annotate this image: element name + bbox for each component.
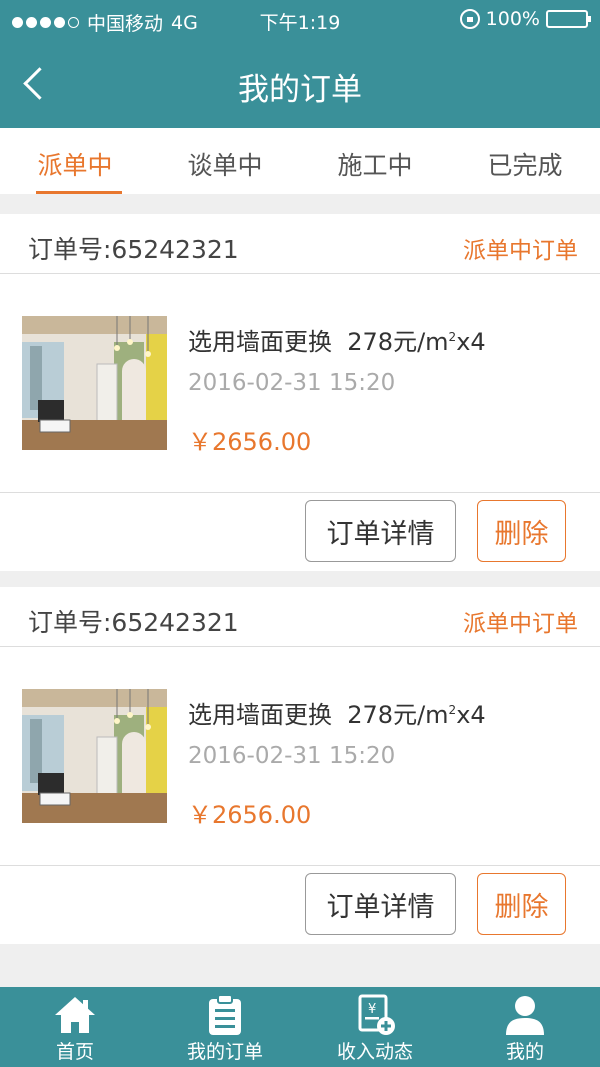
product-name: 选用墙面更换 <box>188 701 332 729</box>
unit-price: 278元/m <box>347 701 449 729</box>
order-date: 2016-02-31 15:20 <box>188 743 396 769</box>
order-tabs: 派单中 谈单中 施工中 已完成 <box>0 128 600 194</box>
battery-label: 100% <box>485 8 540 30</box>
order-price: ￥2656.00 <box>188 801 312 829</box>
product-name: 选用墙面更换 <box>188 328 332 356</box>
status-bar: 中国移动 4G 下午1:19 100% <box>0 0 600 40</box>
order-price: ￥2656.00 <box>188 428 312 456</box>
svg-text:¥: ¥ <box>368 1002 376 1017</box>
bottom-nav-my-orders[interactable]: 我的订单 <box>150 987 300 1067</box>
product-thumbnail[interactable] <box>22 316 167 450</box>
bottom-nav: 首页 我的订单 ¥ 收入动态 我的 <box>0 987 600 1067</box>
tab-negotiating[interactable]: 谈单中 <box>150 128 300 194</box>
bottom-nav-profile[interactable]: 我的 <box>450 987 600 1067</box>
quantity: x4 <box>456 701 486 729</box>
delete-button[interactable]: 删除 <box>477 873 566 935</box>
page-title: 我的订单 <box>238 72 362 108</box>
bottom-nav-income[interactable]: ¥ 收入动态 <box>300 987 450 1067</box>
bottom-nav-label: 我的 <box>505 1041 544 1063</box>
order-status: 派单中订单 <box>463 238 578 264</box>
order-date: 2016-02-31 15:20 <box>188 370 396 396</box>
bottom-nav-home[interactable]: 首页 <box>0 987 150 1067</box>
app-header: 中国移动 4G 下午1:19 100% 我的订单 <box>0 0 600 128</box>
order-number: 订单号:65242321 <box>28 608 239 637</box>
product-line: 选用墙面更换 278元/m2x4 <box>188 322 486 357</box>
clipboard-icon <box>209 994 241 1035</box>
unit-price: 278元/m <box>347 328 449 356</box>
bottom-nav-label: 我的订单 <box>186 1041 263 1063</box>
order-number: 订单号:65242321 <box>28 235 239 264</box>
product-thumbnail[interactable] <box>22 689 167 823</box>
quantity: x4 <box>456 328 486 356</box>
delete-button[interactable]: 删除 <box>477 500 566 562</box>
battery-icon <box>546 10 591 28</box>
product-line: 选用墙面更换 278元/m2x4 <box>188 695 486 730</box>
order-card: 订单号:65242321 派单中订单 选用墙面更换 278元/m2x4 2016… <box>0 587 600 944</box>
order-detail-button[interactable]: 订单详情 <box>305 873 456 935</box>
home-icon <box>55 997 95 1033</box>
bottom-nav-label: 收入动态 <box>336 1041 413 1063</box>
order-card: 订单号:65242321 派单中订单 选用墙面更换 278元/m2x4 2016… <box>0 214 600 571</box>
nav-bar: 我的订单 <box>0 40 600 128</box>
order-status: 派单中订单 <box>463 611 578 637</box>
user-icon <box>506 996 544 1035</box>
tab-completed[interactable]: 已完成 <box>450 128 600 194</box>
income-icon: ¥ <box>358 994 395 1035</box>
bottom-nav-label: 首页 <box>55 1041 94 1063</box>
tab-in-construction[interactable]: 施工中 <box>300 128 450 194</box>
rotation-lock-icon <box>459 9 480 29</box>
tab-dispatching[interactable]: 派单中 <box>0 128 150 194</box>
order-detail-button[interactable]: 订单详情 <box>305 500 456 562</box>
